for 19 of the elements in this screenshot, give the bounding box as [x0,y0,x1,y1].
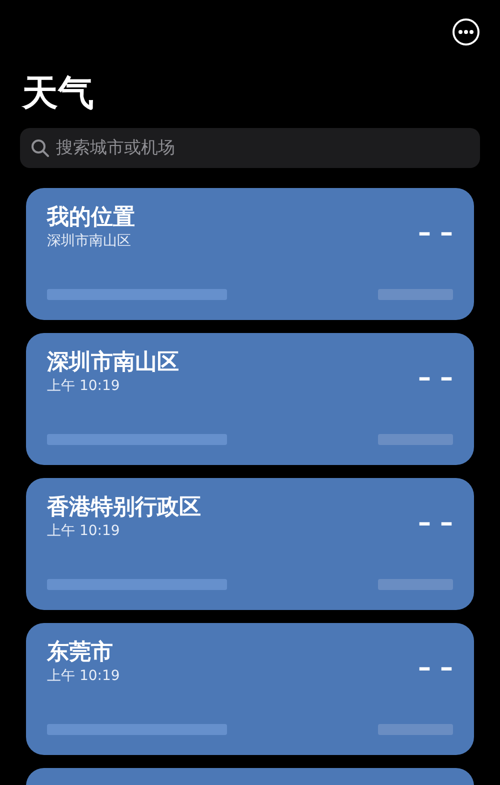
temperature: – – [418,508,453,538]
city-subtitle: 上午 10:19 [47,377,120,395]
city-card[interactable]: 东莞市 上午 10:19 – – [26,623,474,755]
temperature: – – [418,363,453,393]
city-card[interactable]: 香港特别行政区 上午 10:19 – – [26,478,474,610]
city-subtitle: 深圳市南山区 [47,232,131,250]
city-name: 我的位置 [47,204,135,232]
city-name: 香港特别行政区 [47,494,201,522]
temperature: – – [418,218,453,248]
city-subtitle: 上午 10:19 [47,667,120,685]
city-subtitle: 上午 10:19 [47,522,120,540]
page-title: 天气 [22,72,94,116]
more-icon[interactable] [452,18,480,46]
city-name: 深圳市南山区 [47,349,179,377]
search-field[interactable]: 搜索城市或机场 [20,128,480,168]
city-card[interactable]: 我的位置 深圳市南山区 – – [26,188,474,320]
city-name: 东莞市 [47,639,113,667]
city-card[interactable]: 深圳市南山区 上午 10:19 – – [26,333,474,465]
temperature: – – [418,653,453,683]
